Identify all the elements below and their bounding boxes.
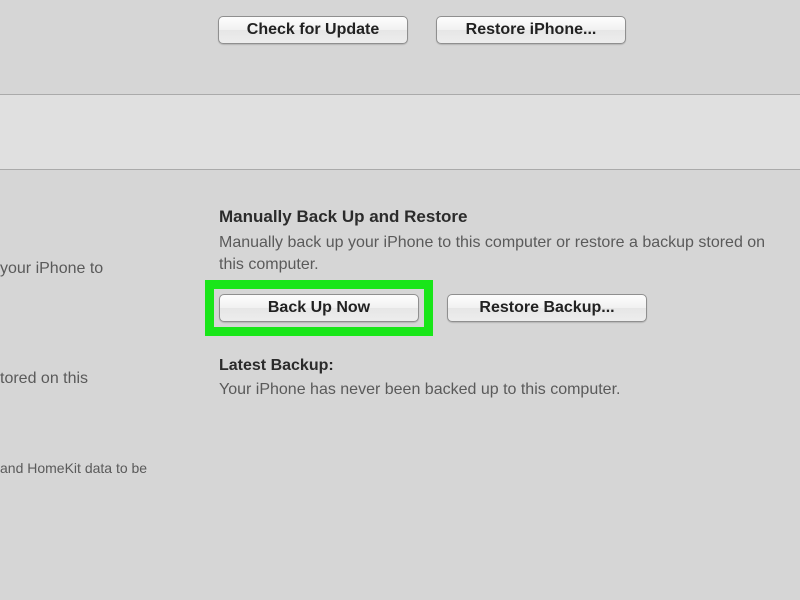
- restore-iphone-button[interactable]: Restore iPhone...: [436, 16, 626, 44]
- manual-backup-description: Manually back up your iPhone to this com…: [219, 232, 779, 277]
- check-for-update-button[interactable]: Check for Update: [218, 16, 408, 44]
- latest-backup-text: Your iPhone has never been backed up to …: [219, 381, 620, 399]
- top-button-row: Check for Update Restore iPhone...: [218, 16, 626, 44]
- divider-bottom: [0, 169, 800, 170]
- back-up-now-button[interactable]: Back Up Now: [219, 294, 419, 322]
- backup-button-row: Back Up Now Restore Backup...: [219, 294, 647, 322]
- header-band: [0, 95, 800, 169]
- restore-backup-button[interactable]: Restore Backup...: [447, 294, 647, 322]
- left-cropped-text-1: your iPhone to: [0, 260, 150, 278]
- left-cropped-text-3: and HomeKit data to be: [0, 460, 147, 476]
- latest-backup-label: Latest Backup:: [219, 357, 334, 375]
- manual-backup-title: Manually Back Up and Restore: [219, 207, 467, 227]
- back-up-now-highlight: Back Up Now: [219, 294, 419, 322]
- left-cropped-text-2: tored on this: [0, 370, 88, 388]
